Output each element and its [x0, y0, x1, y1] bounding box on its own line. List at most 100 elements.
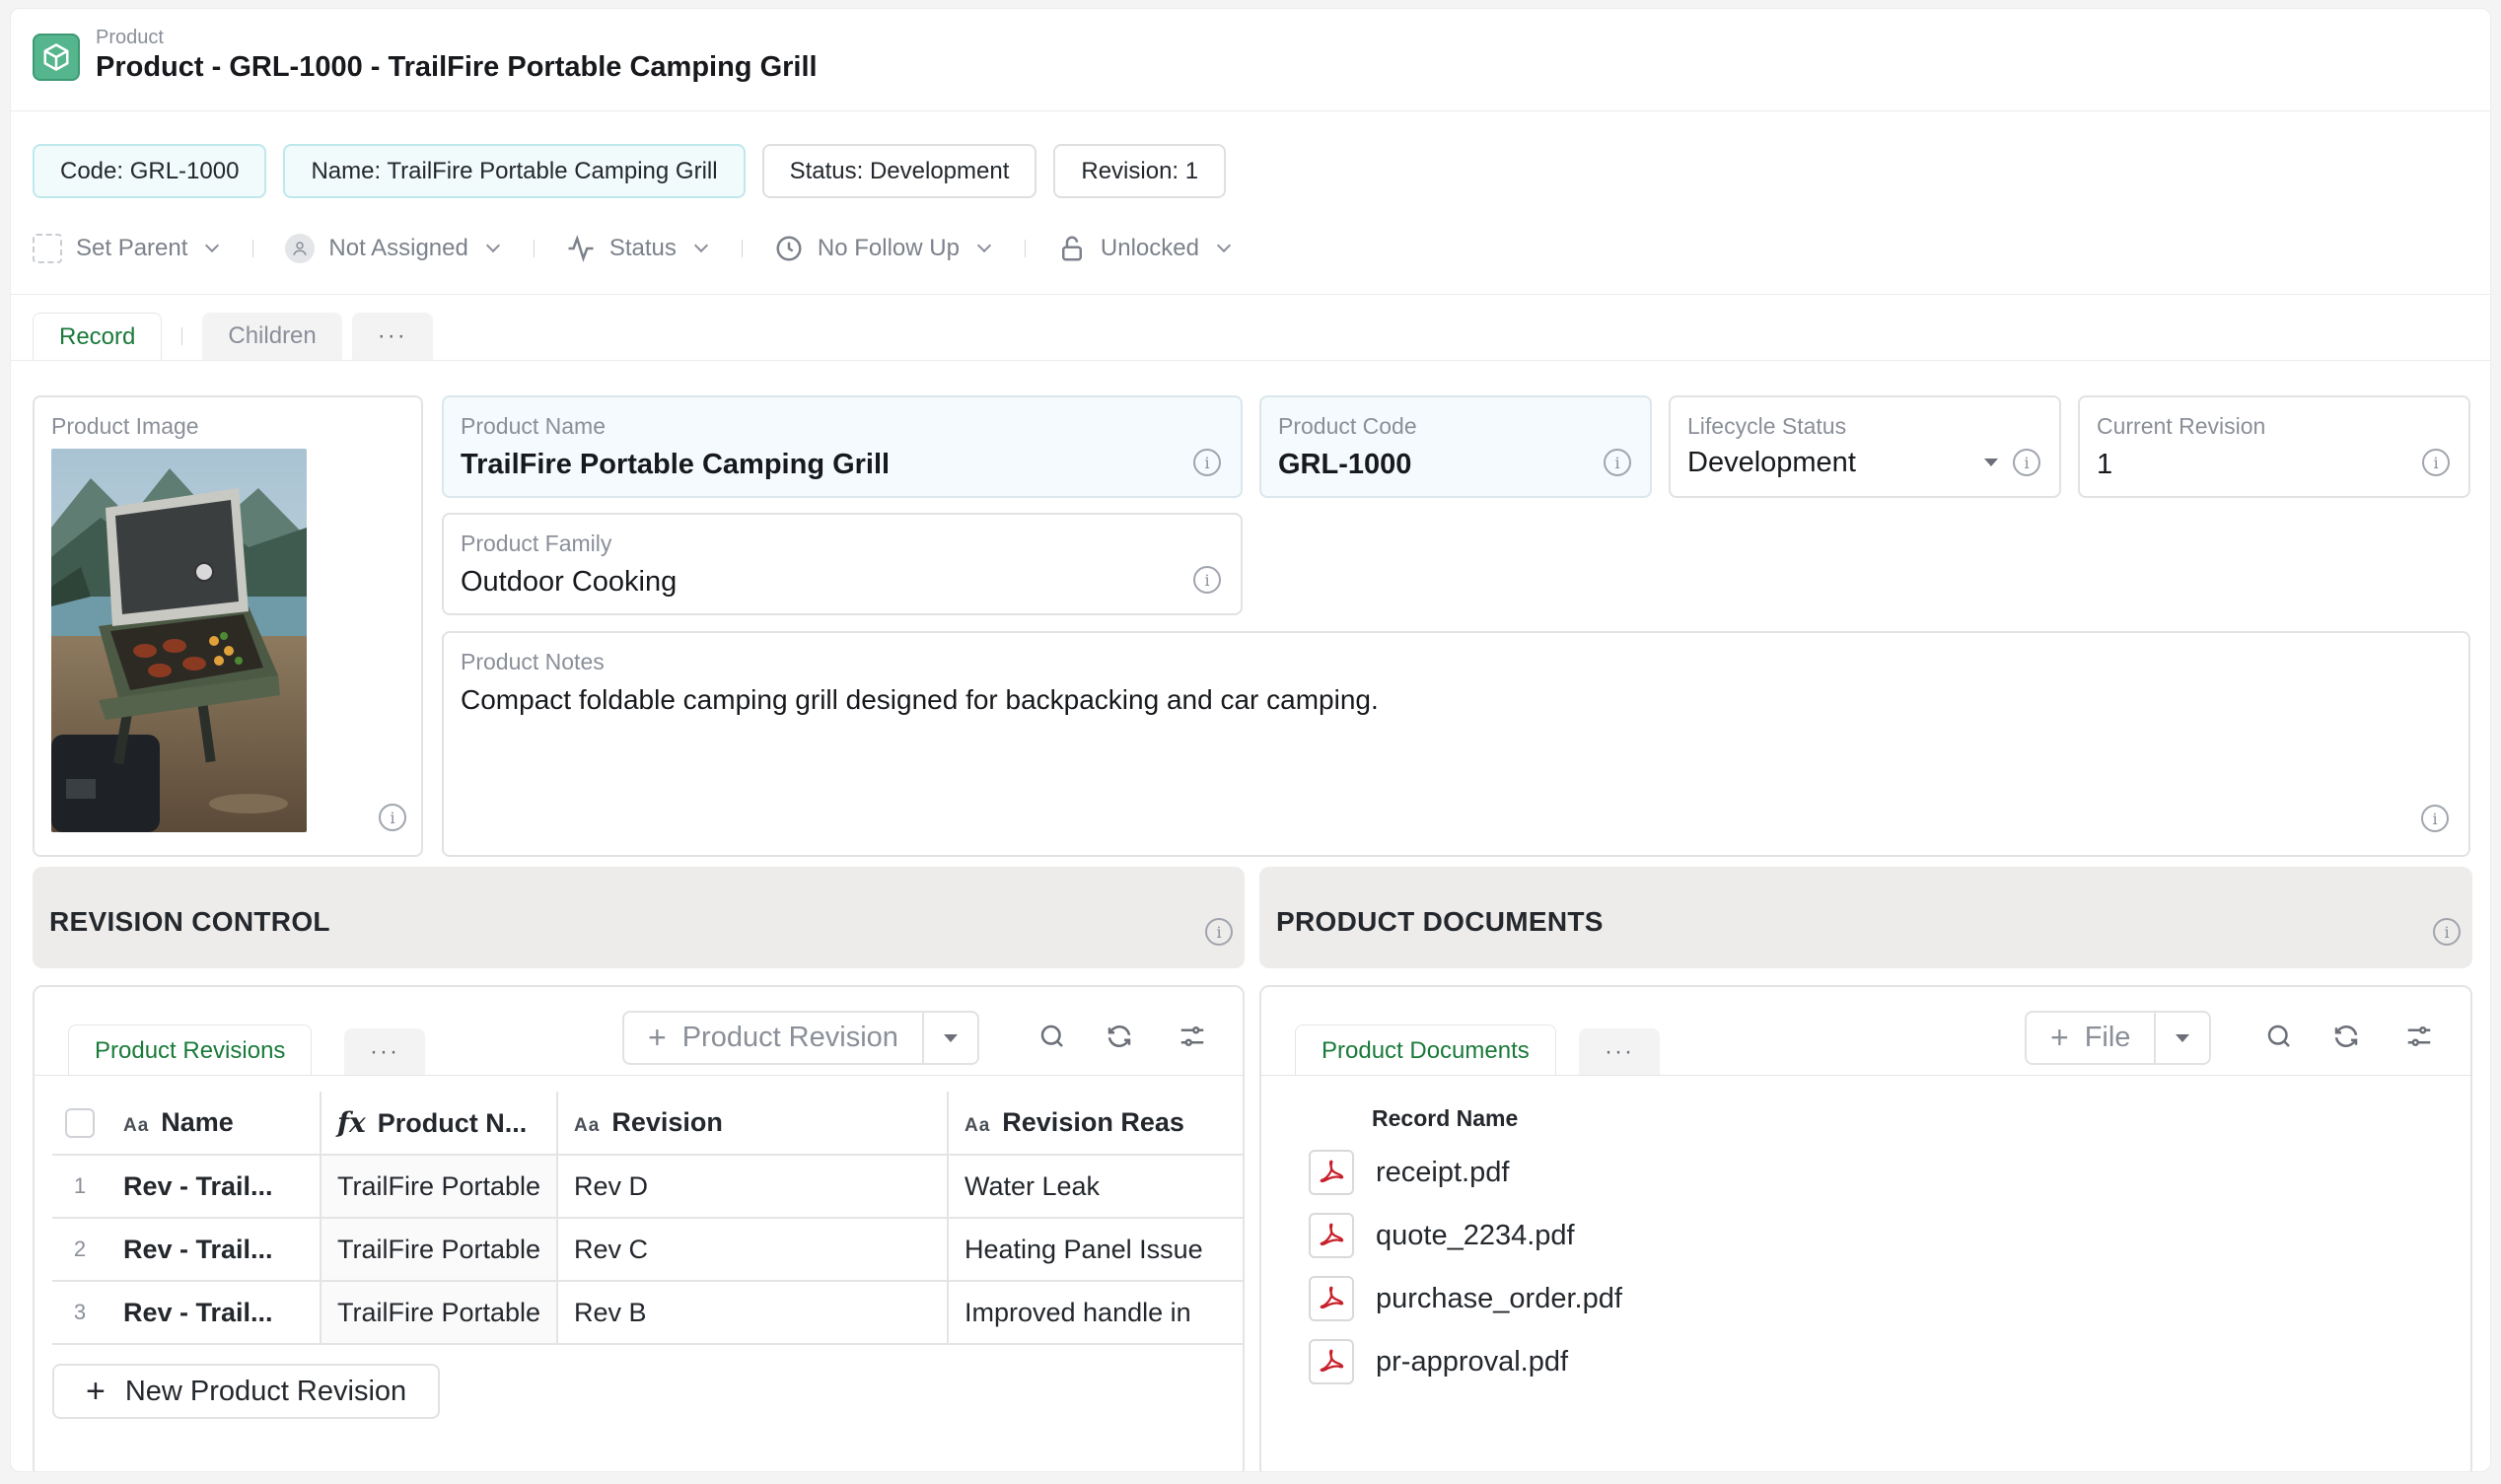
add-product-revision-main[interactable]: + Product Revision [624, 1013, 924, 1063]
cell-product[interactable]: TrailFire Portable [320, 1281, 559, 1345]
info-icon[interactable]: i [2433, 918, 2461, 946]
revision-chip[interactable]: Revision: 1 [1053, 144, 1227, 198]
info-icon[interactable]: i [1604, 449, 1631, 476]
lifecycle-status-select[interactable]: Lifecycle Status Development i [1669, 395, 2061, 498]
cell-reason[interactable]: Water Leak [947, 1155, 1243, 1219]
product-code-field[interactable]: Product Code GRL-1000 i [1259, 395, 1652, 498]
field-label: Product Image [51, 413, 199, 439]
pdf-file-icon [1309, 1276, 1354, 1321]
panel-more-button[interactable]: ··· [1579, 1028, 1660, 1076]
product-family-field[interactable]: Product Family Outdoor Cooking i [442, 513, 1243, 615]
add-label: File [2084, 1022, 2131, 1053]
info-icon[interactable]: i [2013, 449, 2040, 476]
status-label: Status [608, 235, 677, 261]
product-name-field[interactable]: Product Name TrailFire Portable Camping … [442, 395, 1243, 498]
info-icon[interactable]: i [1193, 449, 1221, 476]
product-notes-field[interactable]: Product Notes Compact foldable camping g… [442, 631, 2470, 857]
table-row[interactable]: 3 Rev - Trail... TrailFire Portable Rev … [52, 1281, 1243, 1345]
field-label: Lifecycle Status [1687, 413, 1847, 439]
tab-product-documents[interactable]: Product Documents [1295, 1025, 1556, 1076]
breadcrumb[interactable]: Product [96, 27, 164, 49]
filter-settings-icon[interactable] [2403, 1021, 2435, 1052]
name-chip[interactable]: Name: TrailFire Portable Camping Grill [283, 144, 746, 198]
cell-product[interactable]: TrailFire Portable [320, 1218, 559, 1282]
caret-down-icon[interactable] [1984, 459, 1998, 466]
info-icon[interactable]: i [1205, 918, 1233, 946]
add-options-dropdown[interactable] [924, 1013, 977, 1063]
tab-product-revisions[interactable]: Product Revisions [68, 1025, 313, 1076]
table-row[interactable]: 1 Rev - Trail... TrailFire Portable Rev … [52, 1155, 1243, 1219]
record-header: Product Product - GRL-1000 - TrailFire P… [11, 9, 2490, 111]
panel-more-button[interactable]: ··· [344, 1028, 425, 1076]
assignee-dropdown[interactable]: Not Assigned [285, 234, 501, 263]
cell-name[interactable]: Rev - Trail... [107, 1218, 322, 1282]
info-icon[interactable]: i [379, 804, 406, 831]
clock-icon [776, 236, 802, 261]
refresh-icon[interactable] [1104, 1021, 1135, 1052]
document-name: purchase_order.pdf [1376, 1282, 1622, 1314]
status-dropdown[interactable]: Status [566, 234, 710, 263]
cell-revision[interactable]: Rev D [557, 1155, 949, 1219]
lock-label: Unlocked [1100, 235, 1199, 261]
cell-product[interactable]: TrailFire Portable [320, 1155, 559, 1219]
new-product-revision-button[interactable]: + New Product Revision [52, 1364, 441, 1419]
table-row[interactable]: 2 Rev - Trail... TrailFire Portable Rev … [52, 1218, 1243, 1282]
cell-revision[interactable]: Rev B [557, 1281, 949, 1345]
toolbar-divider [252, 240, 254, 257]
column-header-name[interactable]: Aa Name [107, 1092, 322, 1156]
chevron-down-icon [205, 238, 220, 253]
current-revision-field[interactable]: Current Revision 1 i [2078, 395, 2470, 498]
code-chip[interactable]: Code: GRL-1000 [33, 144, 267, 198]
column-header-product[interactable]: fx Product N... [320, 1092, 559, 1156]
tab-record[interactable]: Record [33, 313, 163, 360]
add-file-main[interactable]: + File [2027, 1013, 2157, 1063]
document-item[interactable]: purchase_order.pdf [1309, 1275, 1622, 1322]
toolbar-divider [533, 240, 535, 257]
filter-settings-icon[interactable] [1177, 1021, 1208, 1052]
search-icon[interactable] [1036, 1021, 1068, 1052]
info-icon[interactable]: i [2422, 449, 2450, 476]
cell-reason[interactable]: Improved handle in [947, 1281, 1243, 1345]
pdf-file-icon [1309, 1339, 1354, 1384]
tabs-more-button[interactable]: ··· [351, 313, 433, 360]
page-title: Product - GRL-1000 - TrailFire Portable … [96, 51, 818, 83]
refresh-icon[interactable] [2330, 1021, 2362, 1052]
cell-reason[interactable]: Heating Panel Issue [947, 1218, 1243, 1282]
product-cube-icon [33, 34, 80, 81]
add-file-button[interactable]: + File [2025, 1011, 2212, 1065]
add-options-dropdown[interactable] [2156, 1013, 2209, 1063]
product-image[interactable] [51, 449, 307, 832]
column-header-revision[interactable]: Aa Revision [557, 1092, 949, 1156]
document-item[interactable]: receipt.pdf [1309, 1149, 1509, 1196]
divider [11, 360, 2490, 361]
column-header-reason[interactable]: Aa Revision Reas [947, 1092, 1243, 1156]
record-tabs: Record Children ··· [33, 313, 433, 360]
text-type-icon: Aa [964, 1115, 991, 1136]
new-revision-label: New Product Revision [124, 1375, 407, 1407]
cell-name[interactable]: Rev - Trail... [107, 1281, 322, 1345]
document-item[interactable]: quote_2234.pdf [1309, 1212, 1575, 1259]
select-all-checkbox[interactable] [52, 1092, 107, 1156]
summary-chips: Code: GRL-1000 Name: TrailFire Portable … [33, 144, 1227, 198]
cell-name[interactable]: Rev - Trail... [107, 1155, 322, 1219]
status-chip[interactable]: Status: Development [761, 144, 1037, 198]
field-label: Current Revision [2097, 413, 2266, 439]
info-icon[interactable]: i [1193, 566, 1221, 594]
cell-revision[interactable]: Rev C [557, 1218, 949, 1282]
tab-children[interactable]: Children [202, 313, 342, 360]
follow-up-dropdown[interactable]: No Follow Up [774, 234, 993, 263]
lock-dropdown[interactable]: Unlocked [1057, 234, 1233, 263]
info-icon[interactable]: i [2421, 805, 2449, 832]
product-family-value: Outdoor Cooking [461, 566, 678, 598]
add-product-revision-button[interactable]: + Product Revision [622, 1011, 979, 1065]
document-item[interactable]: pr-approval.pdf [1309, 1338, 1568, 1385]
column-header-record-name: Record Name [1372, 1105, 1519, 1131]
field-label: Product Family [461, 530, 612, 556]
assignee-label: Not Assigned [328, 235, 468, 261]
toolbar-divider [741, 240, 743, 257]
parent-placeholder-icon [33, 234, 62, 263]
search-icon[interactable] [2263, 1021, 2295, 1052]
product-notes-value: Compact foldable camping grill designed … [461, 684, 1379, 715]
divider [35, 1075, 1243, 1076]
set-parent-dropdown[interactable]: Set Parent [33, 234, 221, 263]
